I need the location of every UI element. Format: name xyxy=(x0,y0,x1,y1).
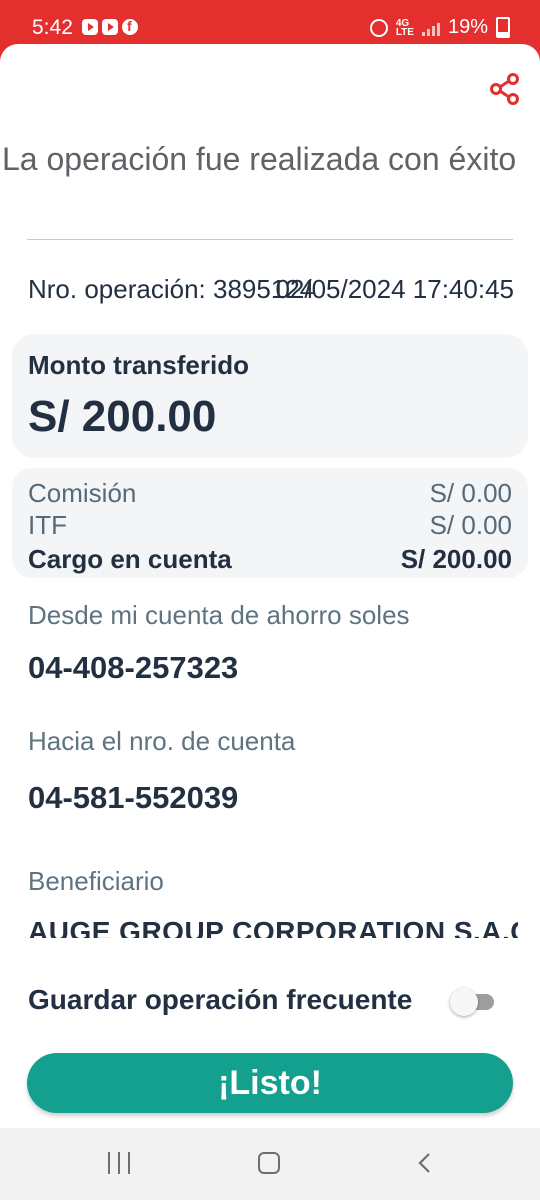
fee-row-itf: ITF S/ 0.00 xyxy=(28,510,512,540)
operation-datetime: 02/05/2024 17:40:45 xyxy=(275,274,514,304)
fee-row-charge: Cargo en cuenta S/ 200.00 xyxy=(28,544,512,574)
back-icon[interactable] xyxy=(414,1152,436,1174)
beneficiary-name: AUGE GROUP CORPORATION S.A.C. xyxy=(28,916,518,938)
amount-value: S/ 200.00 xyxy=(28,392,217,441)
notification-icons xyxy=(82,18,138,35)
alarm-icon xyxy=(369,18,388,37)
amount-card: Monto transferido S/ 200.00 xyxy=(12,334,528,458)
save-frequent-label: Guardar operación frecuente xyxy=(28,984,413,1015)
youtube-icon xyxy=(102,19,118,35)
operation-row: Nro. operación: 3895124 02/05/2024 17:40… xyxy=(28,274,514,310)
amount-label: Monto transferido xyxy=(28,350,249,380)
battery-percent: 19% xyxy=(447,16,488,38)
fee-label: ITF xyxy=(28,510,67,540)
divider xyxy=(27,239,513,240)
done-button[interactable]: ¡Listo! xyxy=(27,1053,513,1113)
recents-icon[interactable] xyxy=(108,1152,130,1174)
fee-value: S/ 0.00 xyxy=(429,478,512,508)
share-icon[interactable] xyxy=(488,72,522,106)
to-account-number: 04-581-552039 xyxy=(28,780,239,815)
toggle-knob xyxy=(450,988,478,1016)
fees-card: Comisión S/ 0.00 ITF S/ 0.00 Cargo en cu… xyxy=(12,468,528,578)
facebook-icon xyxy=(122,18,138,35)
page-title: La operación fue realizada con éxito xyxy=(2,141,517,177)
fee-value: S/ 200.00 xyxy=(400,544,512,574)
youtube-icon xyxy=(82,19,98,35)
home-icon[interactable] xyxy=(258,1152,280,1174)
system-nav-bar xyxy=(0,1128,540,1200)
status-right: 4G LTE 19% xyxy=(369,16,510,39)
from-account-label: Desde mi cuenta de ahorro soles xyxy=(28,600,410,630)
battery-icon xyxy=(496,17,510,38)
fee-label: Comisión xyxy=(28,478,137,508)
from-account-number: 04-408-257323 xyxy=(28,650,239,685)
network-type: 4G LTE xyxy=(395,17,414,38)
save-frequent-toggle[interactable] xyxy=(450,988,496,1016)
operation-number: Nro. operación: 3895124 xyxy=(28,274,315,304)
status-time: 5:42 xyxy=(32,16,73,39)
to-account-label: Hacia el nro. de cuenta xyxy=(28,726,296,756)
beneficiary-label: Beneficiario xyxy=(28,866,164,896)
receipt-sheet: La operación fue realizada con éxito Nro… xyxy=(0,44,540,1128)
fee-value: S/ 0.00 xyxy=(429,510,512,540)
fee-label: Cargo en cuenta xyxy=(28,544,232,574)
signal-icon xyxy=(421,20,440,36)
fee-row-commission: Comisión S/ 0.00 xyxy=(28,478,512,508)
